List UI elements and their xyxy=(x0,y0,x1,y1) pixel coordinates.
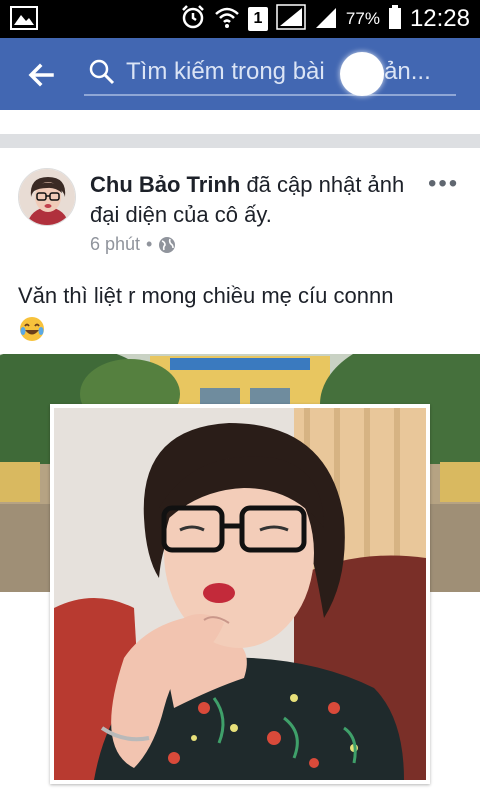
post-header: Chu Bảo Trinh đã cập nhật ảnh đại diện c… xyxy=(90,170,410,230)
search-placeholder: Tìm kiếm trong bài xyxy=(126,58,325,85)
search-icon xyxy=(89,59,115,85)
clock-time: 12:28 xyxy=(409,5,470,32)
status-bar: 1 77% 12:28 xyxy=(0,0,480,38)
signal-strength-icon xyxy=(276,3,306,35)
section-divider xyxy=(0,134,480,148)
author-name[interactable]: Chu Bảo Trinh xyxy=(90,172,240,197)
alarm-icon xyxy=(180,4,206,35)
battery-percent: 77% xyxy=(345,9,380,28)
search-app-bar: Tìm kiếm trong bài, ản... xyxy=(0,38,480,110)
post-meta: 6 phút • xyxy=(90,234,176,255)
sim-slot-badge: 1 xyxy=(247,7,268,31)
globe-icon xyxy=(159,236,176,253)
arrow-left-icon xyxy=(28,63,54,87)
spacer xyxy=(0,110,480,134)
author-avatar[interactable] xyxy=(18,168,76,226)
feed-post: Chu Bảo Trinh đã cập nhật ảnh đại diện c… xyxy=(0,148,480,800)
touch-indicator xyxy=(340,52,384,96)
post-timestamp[interactable]: 6 phút xyxy=(90,234,140,255)
gallery-notification-icon xyxy=(10,6,38,35)
post-caption-text: Văn thì liệt r mong chiều mẹ cíu connn xyxy=(18,283,394,308)
profile-picture[interactable] xyxy=(50,404,430,784)
battery-icon xyxy=(388,4,402,35)
more-options-button[interactable]: ••• xyxy=(428,170,459,198)
signal-strength-2-icon xyxy=(314,4,338,35)
wifi-icon xyxy=(214,4,240,35)
meta-separator: • xyxy=(146,234,153,254)
post-caption: Văn thì liệt r mong chiều mẹ cíu connn xyxy=(18,280,468,344)
back-button[interactable] xyxy=(26,60,56,90)
crying-laughing-emoji-icon xyxy=(20,317,44,342)
search-input[interactable]: Tìm kiếm trong bài, ản... xyxy=(84,52,456,96)
